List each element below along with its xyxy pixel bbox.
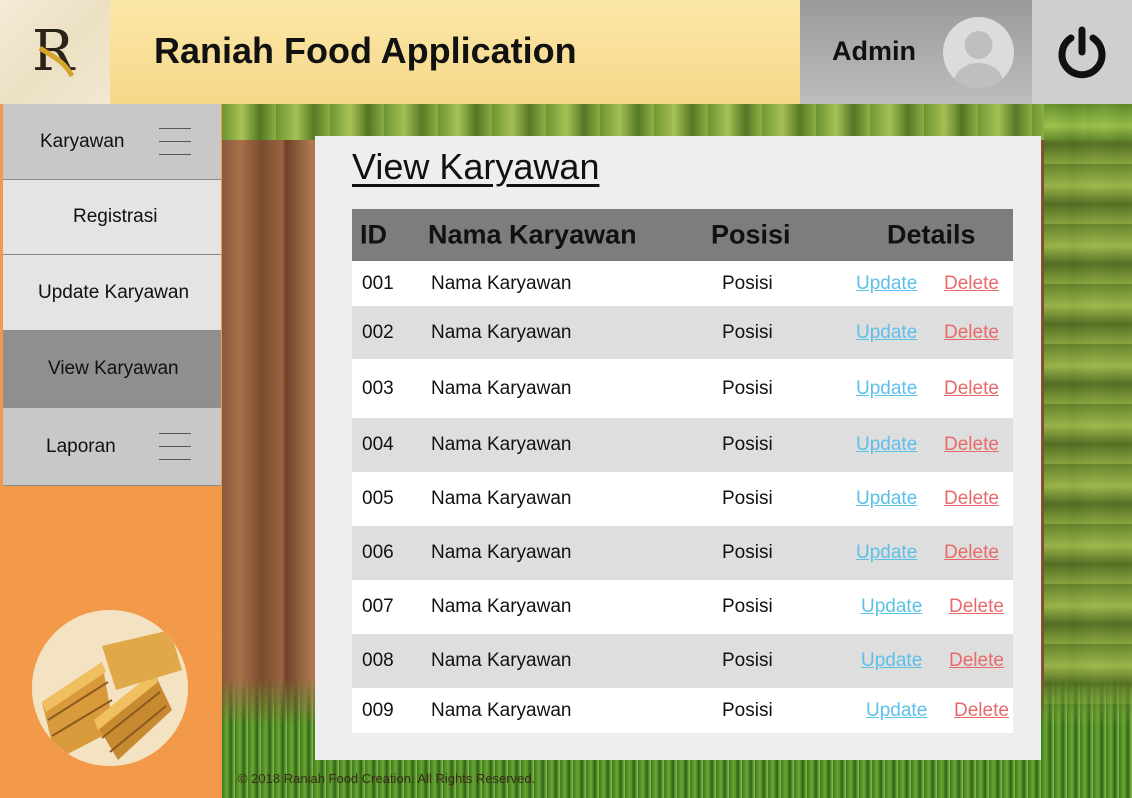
cell-posisi: Posisi (722, 699, 773, 721)
cell-id: 006 (362, 542, 394, 563)
table-row: 004 Nama Karyawan Posisi Update Delete (352, 418, 1013, 472)
cell-id: 007 (362, 596, 394, 617)
hamburger-menu-icon[interactable] (159, 127, 191, 156)
cell-id: 009 (362, 699, 394, 721)
delete-link[interactable]: Delete (944, 488, 999, 510)
cell-id: 008 (362, 650, 394, 671)
cell-posisi: Posisi (722, 488, 773, 509)
cell-nama: Nama Karyawan (431, 596, 572, 617)
cell-id: 003 (362, 377, 394, 399)
update-link[interactable]: Update (856, 488, 917, 510)
cell-posisi: Posisi (722, 377, 773, 399)
cell-nama: Nama Karyawan (431, 434, 572, 455)
cell-nama: Nama Karyawan (431, 488, 572, 509)
delete-link[interactable]: Delete (949, 650, 1004, 672)
cell-nama: Nama Karyawan (431, 650, 572, 671)
table-row: 006 Nama Karyawan Posisi Update Delete (352, 526, 1013, 580)
cell-posisi: Posisi (722, 321, 773, 343)
cell-posisi: Posisi (722, 542, 773, 563)
sidebar-item-view-karyawan[interactable]: View Karyawan (3, 331, 221, 408)
table-row: 007 Nama Karyawan Posisi Update Delete (352, 580, 1013, 634)
cell-id: 004 (362, 434, 394, 455)
table-header: ID Nama Karyawan Posisi Details (352, 209, 1013, 261)
delete-link[interactable]: Delete (944, 378, 999, 400)
update-link[interactable]: Update (856, 378, 917, 400)
cell-id: 001 (362, 272, 394, 294)
delete-link[interactable]: Delete (944, 322, 999, 344)
table-row: 001 Nama Karyawan Posisi Update Delete (352, 261, 1013, 306)
sidebar-item-update-karyawan[interactable]: Update Karyawan (3, 255, 221, 331)
user-area[interactable]: Admin (800, 0, 1032, 104)
table-row: 008 Nama Karyawan Posisi Update Delete (352, 634, 1013, 688)
sidebar-item-laporan[interactable]: Laporan (3, 408, 221, 486)
vine-decoration (222, 104, 1132, 140)
sidebar-item-karyawan[interactable]: Karyawan (3, 104, 221, 180)
sidebar-item-registrasi[interactable]: Registrasi (3, 180, 221, 255)
update-link[interactable]: Update (861, 596, 922, 618)
cell-posisi: Posisi (722, 650, 773, 671)
sidebar-item-label: Update Karyawan (38, 281, 190, 303)
app-header: R Raniah Food Application Admin (0, 0, 1132, 104)
column-header-details: Details (887, 219, 976, 250)
update-link[interactable]: Update (856, 434, 917, 456)
table-row: 003 Nama Karyawan Posisi Update Delete (352, 359, 1013, 418)
column-header-nama: Nama Karyawan (428, 219, 637, 250)
column-header-id: ID (360, 219, 387, 250)
power-icon (1058, 26, 1106, 79)
update-link[interactable]: Update (856, 542, 917, 564)
update-link[interactable]: Update (866, 700, 927, 722)
delete-link[interactable]: Delete (944, 273, 999, 295)
copyright-text: © 2018 Raniah Food Creation. All Rights … (238, 771, 536, 786)
column-header-posisi: Posisi (711, 219, 791, 250)
avatar[interactable] (943, 17, 1014, 88)
table-row: 009 Nama Karyawan Posisi Update Delete (352, 688, 1013, 733)
delete-link[interactable]: Delete (954, 700, 1009, 722)
cell-posisi: Posisi (722, 434, 773, 455)
cell-nama: Nama Karyawan (431, 272, 572, 294)
delete-link[interactable]: Delete (949, 596, 1004, 618)
cell-nama: Nama Karyawan (431, 699, 572, 721)
user-avatar-icon (954, 31, 1003, 88)
content-panel: View Karyawan ID Nama Karyawan Posisi De… (315, 136, 1041, 760)
table-row: 005 Nama Karyawan Posisi Update Delete (352, 472, 1013, 526)
update-link[interactable]: Update (861, 650, 922, 672)
cell-nama: Nama Karyawan (431, 321, 572, 343)
cell-posisi: Posisi (722, 272, 773, 294)
cell-nama: Nama Karyawan (431, 377, 572, 399)
logout-button[interactable] (1032, 0, 1132, 104)
sidebar-item-label: View Karyawan (48, 358, 179, 379)
sidebar-item-label: Registrasi (73, 206, 158, 227)
delete-link[interactable]: Delete (944, 434, 999, 456)
raniah-logo-icon: R (32, 19, 76, 82)
sidebar-item-label: Karyawan (40, 130, 125, 152)
cell-id: 005 (362, 488, 394, 509)
title-bar: Raniah Food Application (110, 0, 800, 104)
delete-link[interactable]: Delete (944, 542, 999, 564)
sidebar-item-label: Laporan (46, 435, 116, 457)
sidebar: Karyawan Registrasi Update Karyawan View… (0, 104, 222, 798)
logo[interactable]: R (0, 0, 110, 104)
cell-id: 002 (362, 321, 394, 343)
page-title: View Karyawan (352, 146, 600, 187)
hamburger-menu-icon[interactable] (159, 432, 191, 461)
app-title: Raniah Food Application (154, 30, 577, 71)
user-label: Admin (832, 36, 916, 66)
table-row: 002 Nama Karyawan Posisi Update Delete (352, 306, 1013, 359)
cell-posisi: Posisi (722, 596, 773, 617)
update-link[interactable]: Update (856, 273, 917, 295)
food-image (32, 610, 188, 766)
cell-nama: Nama Karyawan (431, 542, 572, 563)
update-link[interactable]: Update (856, 322, 917, 344)
